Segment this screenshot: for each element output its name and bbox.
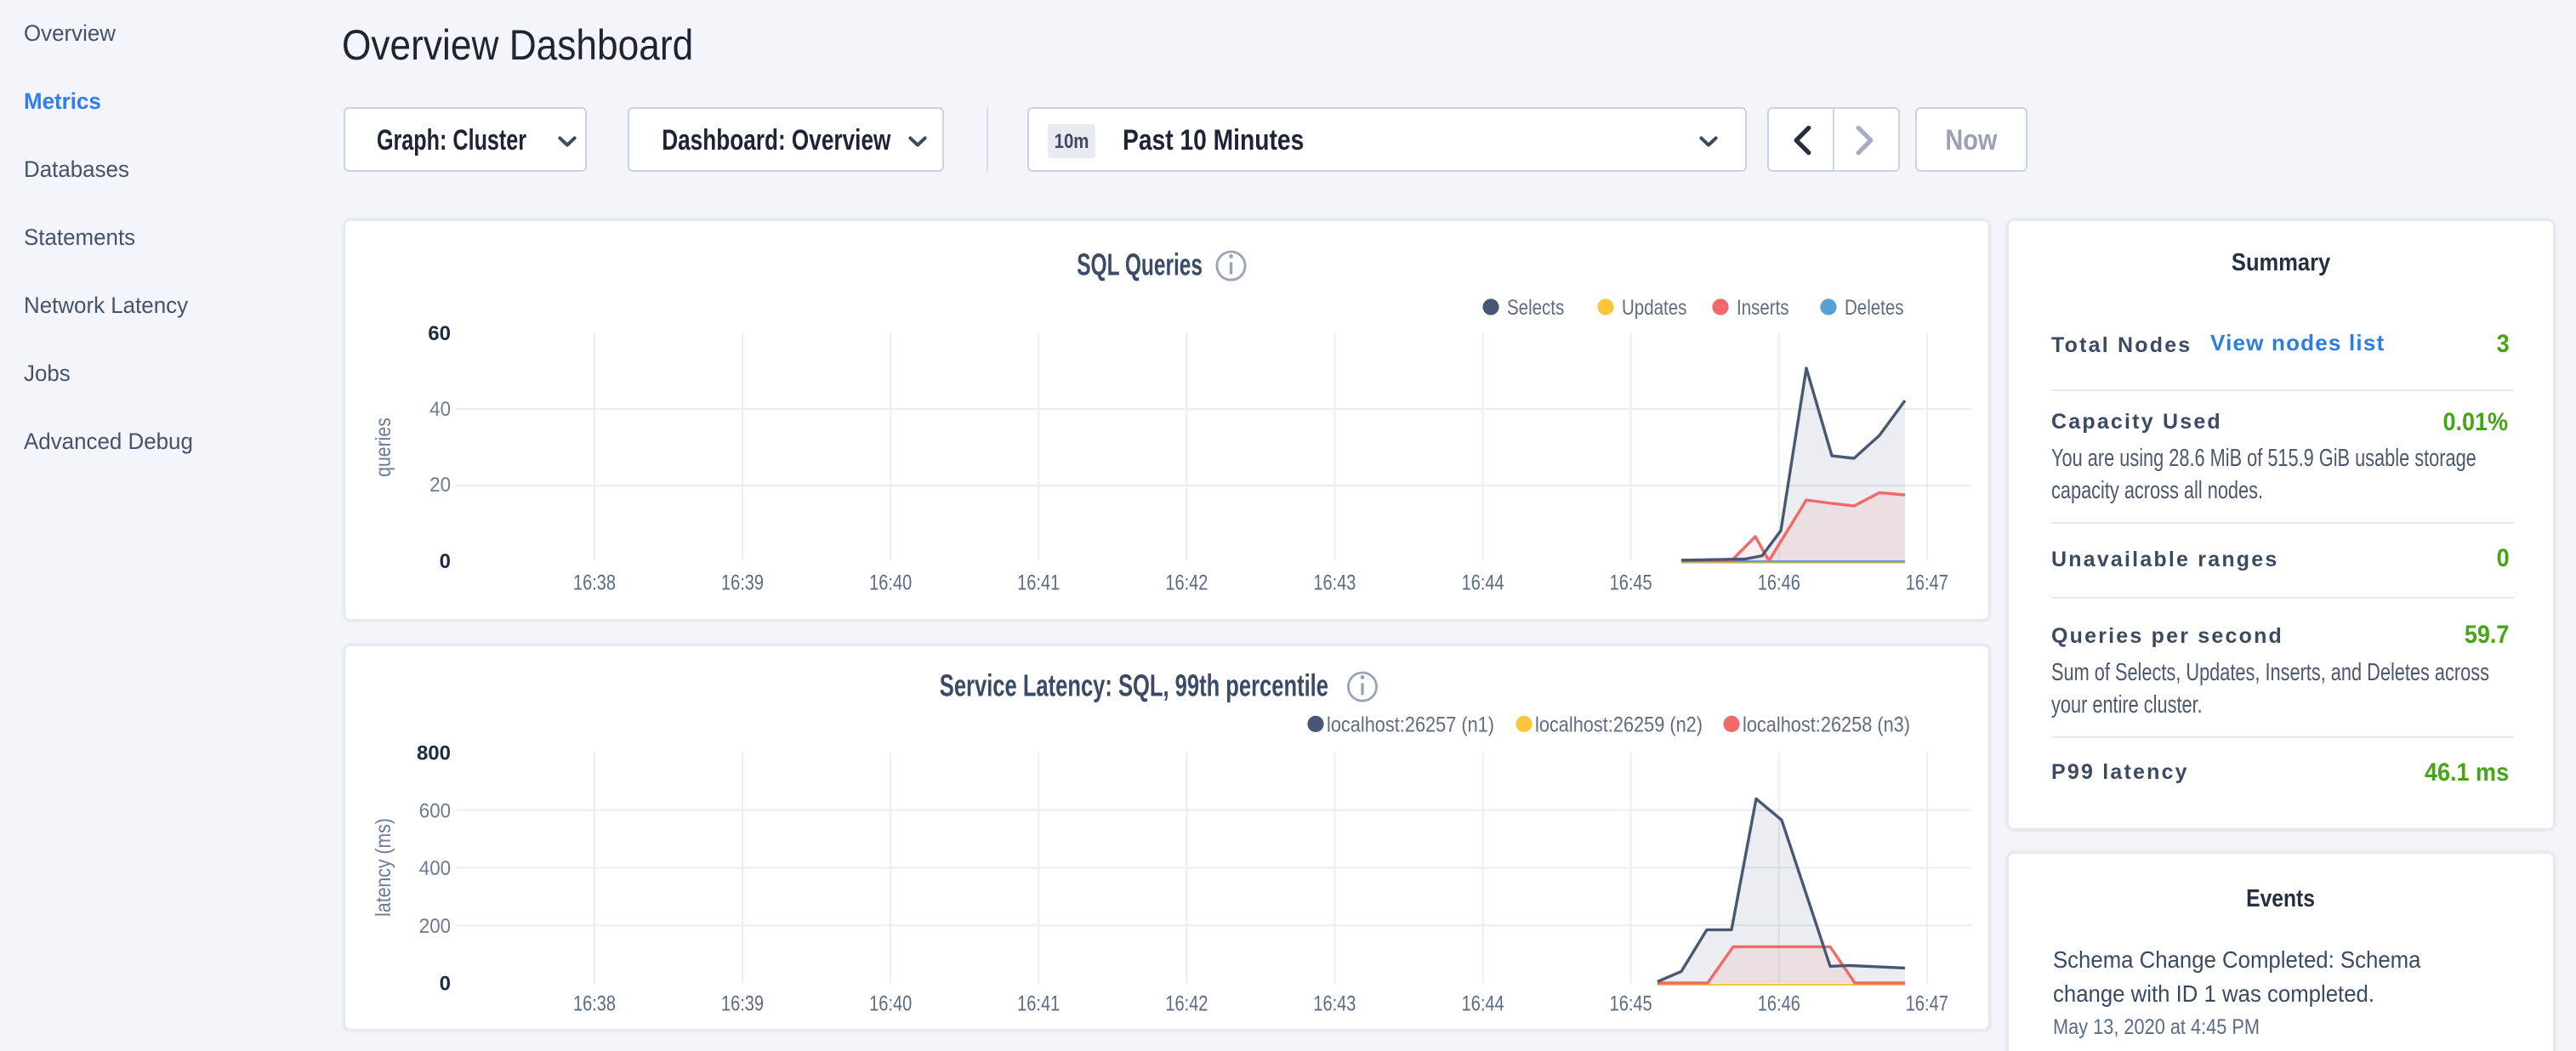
svg-text:0: 0 bbox=[440, 550, 451, 573]
svg-text:16:40: 16:40 bbox=[869, 991, 912, 1015]
svg-text:16:44: 16:44 bbox=[1462, 991, 1504, 1015]
svg-text:16:43: 16:43 bbox=[1313, 571, 1356, 594]
svg-text:16:46: 16:46 bbox=[1758, 571, 1800, 594]
svg-text:16:45: 16:45 bbox=[1610, 991, 1652, 1015]
svg-text:Service Latency: SQL, 99th per: Service Latency: SQL, 99th percentile bbox=[940, 668, 1328, 702]
svg-text:200: 200 bbox=[419, 914, 451, 937]
svg-text:0: 0 bbox=[440, 972, 451, 995]
svg-text:queries: queries bbox=[371, 418, 395, 477]
svg-text:localhost:26258 (n3): localhost:26258 (n3) bbox=[1743, 713, 1910, 736]
svg-text:16:41: 16:41 bbox=[1017, 571, 1060, 594]
svg-text:16:43: 16:43 bbox=[1313, 991, 1356, 1015]
svg-text:16:38: 16:38 bbox=[573, 991, 616, 1015]
svg-text:Deletes: Deletes bbox=[1845, 295, 1904, 319]
svg-text:400: 400 bbox=[419, 856, 451, 879]
svg-text:localhost:26259 (n2): localhost:26259 (n2) bbox=[1535, 713, 1703, 736]
svg-text:16:46: 16:46 bbox=[1758, 991, 1800, 1015]
svg-text:16:38: 16:38 bbox=[573, 571, 616, 594]
svg-text:16:44: 16:44 bbox=[1462, 571, 1504, 594]
svg-text:16:42: 16:42 bbox=[1165, 571, 1208, 594]
svg-text:16:41: 16:41 bbox=[1017, 991, 1060, 1015]
svg-text:16:47: 16:47 bbox=[1906, 991, 1948, 1015]
svg-text:16:40: 16:40 bbox=[869, 571, 912, 594]
svg-text:60: 60 bbox=[428, 322, 451, 345]
svg-text:20: 20 bbox=[429, 473, 451, 496]
svg-text:16:47: 16:47 bbox=[1906, 571, 1948, 594]
svg-text:16:39: 16:39 bbox=[721, 991, 764, 1015]
svg-text:600: 600 bbox=[419, 798, 451, 821]
svg-text:Selects: Selects bbox=[1507, 295, 1564, 319]
svg-text:800: 800 bbox=[417, 741, 451, 764]
svg-text:16:45: 16:45 bbox=[1610, 571, 1652, 594]
svg-text:Inserts: Inserts bbox=[1737, 295, 1789, 319]
svg-text:40: 40 bbox=[429, 397, 451, 420]
svg-text:latency (ms): latency (ms) bbox=[371, 818, 395, 917]
svg-text:Updates: Updates bbox=[1622, 295, 1686, 319]
svg-text:localhost:26257 (n1): localhost:26257 (n1) bbox=[1327, 713, 1494, 736]
svg-text:16:39: 16:39 bbox=[721, 571, 764, 594]
svg-text:16:42: 16:42 bbox=[1165, 991, 1208, 1015]
svg-text:SQL Queries: SQL Queries bbox=[1077, 247, 1203, 282]
